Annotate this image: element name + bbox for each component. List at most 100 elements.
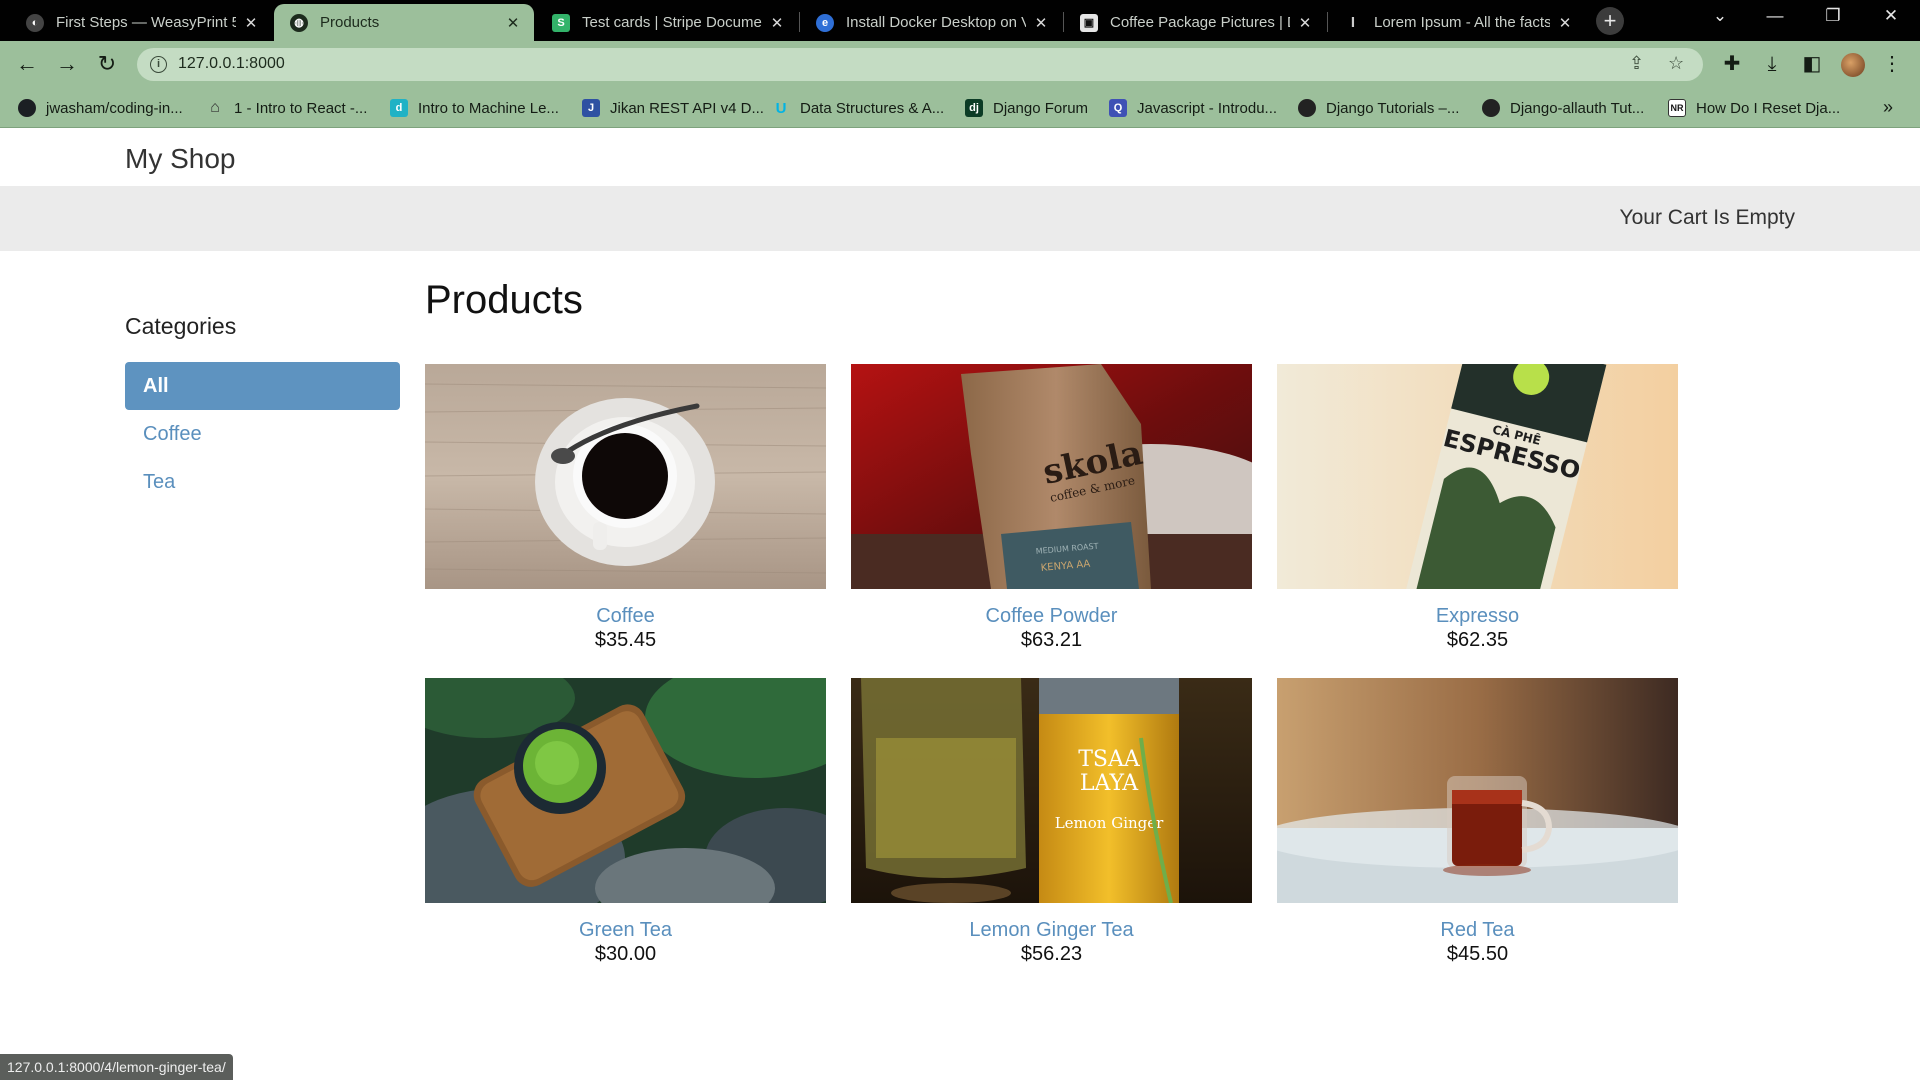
stripe-icon: S (552, 13, 570, 32)
bookmark-label: How Do I Reset Dja... (1696, 99, 1841, 117)
tab-stripe[interactable]: S Test cards | Stripe Documen ✕ (536, 4, 798, 41)
tab-strip: ◐ First Steps — WeasyPrint 5 ✕ ◍ Product… (0, 0, 1920, 41)
close-icon[interactable]: ✕ (1296, 14, 1314, 32)
browser-toolbar: ← → ↻ i 127.0.0.1:8000 ⇪ ☆ ✚ ⤓ ◧ ⋮ (0, 41, 1920, 88)
tea-can-label: Lemon Ginger (1055, 814, 1164, 832)
tab-docker[interactable]: e Install Docker Desktop on V ✕ (800, 4, 1062, 41)
bookmarks-bar: jwasham/coding-in... ⌂ 1 - Intro to Reac… (0, 88, 1920, 128)
tab-title: First Steps — WeasyPrint 5 (56, 14, 236, 31)
globe-icon (1482, 99, 1500, 117)
product-name[interactable]: Expresso (1277, 605, 1678, 629)
bookmark-item[interactable]: Django-allauth Tut... (1482, 96, 1644, 120)
nr-logo-icon: NR (1668, 99, 1686, 117)
product-card: skola coffee & more MEDIUM ROAST KENYA A… (851, 364, 1252, 653)
product-name[interactable]: Red Tea (1277, 919, 1678, 943)
product-name[interactable]: Coffee (425, 605, 826, 629)
tab-title: Coffee Package Pictures | D (1110, 14, 1290, 31)
address-bar[interactable]: i 127.0.0.1:8000 ⇪ ☆ (137, 48, 1703, 81)
close-icon[interactable]: ✕ (504, 14, 522, 32)
product-name[interactable]: Lemon Ginger Tea (851, 919, 1252, 943)
edge-icon: e (816, 13, 834, 32)
menu-icon[interactable]: ⋮ (1880, 53, 1904, 75)
product-image[interactable] (1277, 678, 1678, 903)
product-name[interactable]: Coffee Powder (851, 605, 1252, 629)
side-panel-icon[interactable]: ◧ (1800, 53, 1824, 75)
bookmark-label: Django Forum (993, 99, 1089, 117)
product-card: CÀ PHÊ ESPRESSO Expresso $62.35 (1277, 364, 1678, 653)
bookmark-item[interactable]: jwasham/coding-in... (18, 96, 183, 120)
tab-title: Lorem Ipsum - All the facts (1374, 14, 1550, 31)
bookmark-item[interactable]: Q Javascript - Introdu... (1109, 96, 1277, 120)
tab-weasyprint[interactable]: ◐ First Steps — WeasyPrint 5 ✕ (10, 4, 272, 41)
product-name[interactable]: Green Tea (425, 919, 826, 943)
product-image[interactable]: TSAA LAYA Lemon Ginger (851, 678, 1252, 903)
category-tea[interactable]: Tea (125, 458, 400, 506)
python-icon (1298, 99, 1316, 117)
url-text[interactable]: 127.0.0.1:8000 (178, 55, 285, 73)
close-icon[interactable]: ✕ (242, 14, 260, 32)
product-card: Coffee $35.45 (425, 364, 826, 653)
info-icon[interactable]: i (150, 56, 167, 73)
product-card: Red Tea $45.50 (1277, 678, 1678, 967)
bookmarks-overflow-icon[interactable]: » (1883, 97, 1893, 118)
tab-coffee-pictures[interactable]: ▣ Coffee Package Pictures | D ✕ (1064, 4, 1326, 41)
globe-icon: ◐ (26, 13, 44, 32)
share-icon[interactable]: ⇪ (1629, 53, 1644, 74)
close-icon[interactable]: ✕ (1556, 14, 1574, 32)
bookmark-item[interactable]: U Data Structures & A... (772, 96, 945, 120)
download-icon[interactable]: ⤓ (1760, 53, 1784, 75)
tab-lorem-ipsum[interactable]: I Lorem Ipsum - All the facts ✕ (1328, 4, 1586, 41)
avatar[interactable] (1841, 53, 1865, 77)
bookmark-label: Intro to Machine Le... (418, 99, 559, 117)
tea-can-brand-2: LAYA (1080, 771, 1139, 796)
tab-search-button[interactable]: ⌄ (1697, 6, 1743, 26)
status-bar: 127.0.0.1:8000/4/lemon-ginger-tea/ (0, 1054, 233, 1080)
tab-title: Products (320, 14, 380, 31)
d-logo-icon: d (390, 99, 408, 117)
close-icon[interactable]: ✕ (768, 14, 786, 32)
product-image[interactable] (425, 364, 826, 589)
django-icon: dj (965, 99, 983, 117)
product-image[interactable]: CÀ PHÊ ESPRESSO (1277, 364, 1678, 589)
bookmark-item[interactable]: J Jikan REST API v4 D... (582, 96, 764, 120)
extensions-icon[interactable]: ✚ (1720, 53, 1744, 75)
product-image[interactable] (425, 678, 826, 903)
site-title[interactable]: My Shop (125, 143, 236, 175)
page-title: Products (425, 278, 583, 322)
building-icon: ⌂ (210, 99, 220, 116)
tab-title: Test cards | Stripe Documen (582, 14, 762, 31)
forward-icon[interactable]: → (53, 51, 81, 79)
category-coffee[interactable]: Coffee (125, 410, 400, 458)
minimize-button[interactable]: — (1752, 6, 1798, 26)
bookmark-label: Jikan REST API v4 D... (610, 99, 764, 117)
restore-button[interactable]: ❐ (1810, 6, 1856, 26)
close-icon[interactable]: ✕ (1032, 14, 1050, 32)
new-tab-button[interactable]: + (1596, 7, 1624, 35)
bookmark-item[interactable]: d Intro to Machine Le... (390, 96, 559, 120)
category-all[interactable]: All (125, 362, 400, 410)
reload-icon[interactable]: ↻ (93, 51, 121, 79)
bookmark-item[interactable]: ⌂ 1 - Intro to React -... (206, 96, 367, 120)
bookmark-item[interactable]: Django Tutorials –... (1298, 96, 1459, 120)
bookmark-label: 1 - Intro to React -... (234, 99, 368, 117)
bookmark-item[interactable]: dj Django Forum (965, 96, 1088, 120)
bookmark-label: Django Tutorials –... (1326, 99, 1460, 117)
star-icon[interactable]: ☆ (1668, 53, 1684, 74)
camera-icon: ▣ (1080, 13, 1098, 32)
text-cursor-icon: I (1350, 14, 1356, 31)
back-icon[interactable]: ← (13, 51, 41, 79)
tea-can-brand-1: TSAA (1078, 747, 1141, 772)
product-card: TSAA LAYA Lemon Ginger Lemon Ginger Tea … (851, 678, 1252, 967)
bookmark-item[interactable]: NR How Do I Reset Dja... (1668, 96, 1840, 120)
tab-products[interactable]: ◍ Products ✕ (274, 4, 534, 41)
github-icon (18, 99, 36, 117)
q-logo-icon: Q (1109, 99, 1127, 117)
jikan-icon: J (582, 99, 600, 117)
bookmark-label: jwasham/coding-in... (46, 99, 183, 117)
categories-heading: Categories (125, 313, 237, 339)
page: My Shop Your Cart Is Empty Categories Al… (0, 128, 1920, 1080)
product-image[interactable]: skola coffee & more MEDIUM ROAST KENYA A… (851, 364, 1252, 589)
product-price: $35.45 (594, 629, 657, 651)
close-window-button[interactable]: ✕ (1868, 6, 1914, 26)
product-card: Green Tea $30.00 (425, 678, 826, 967)
